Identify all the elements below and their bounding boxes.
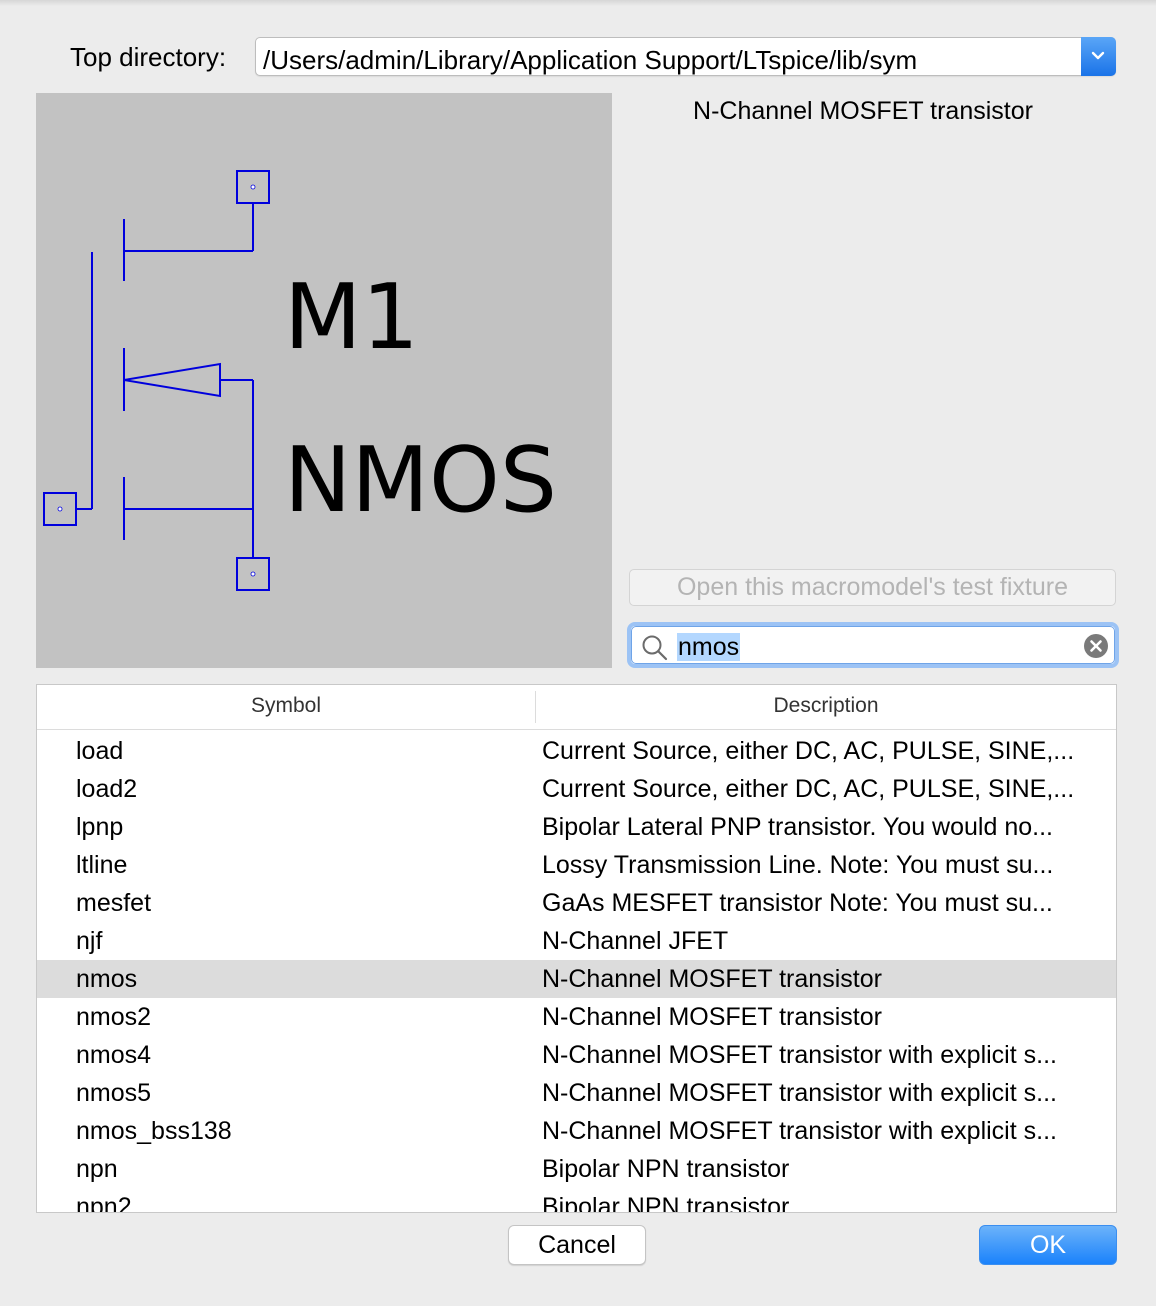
symbol-cell: njf <box>76 927 103 955</box>
column-header-description[interactable]: Description <box>536 694 1116 718</box>
table-row[interactable]: njf N-Channel JFET <box>37 922 1116 960</box>
search-field[interactable]: nmos <box>627 622 1119 668</box>
search-icon <box>642 635 668 661</box>
symbol-cell: mesfet <box>76 889 152 917</box>
symbol-table[interactable]: Symbol Description load Current Source, … <box>36 684 1117 1213</box>
symbol-preview: M1 NMOS <box>36 93 612 668</box>
symbol-cell: nmos2 <box>76 1003 152 1031</box>
symbol-cell: npn2 <box>76 1193 132 1213</box>
table-row[interactable]: nmos5 N-Channel MOSFET transistor with e… <box>37 1074 1116 1112</box>
description-cell: N-Channel JFET <box>542 927 729 955</box>
selected-symbol-description: N-Channel MOSFET transistor <box>693 97 1033 125</box>
table-row[interactable]: load2 Current Source, either DC, AC, PUL… <box>37 770 1116 808</box>
table-row[interactable]: npn Bipolar NPN transistor <box>37 1150 1116 1188</box>
instance-name-label: M1 <box>284 265 419 370</box>
table-header: Symbol Description <box>37 685 1116 730</box>
description-cell: N-Channel MOSFET transistor <box>542 965 882 993</box>
description-cell: N-Channel MOSFET transistor with explici… <box>542 1117 1057 1145</box>
top-directory-label: Top directory: <box>70 42 227 72</box>
cancel-button[interactable]: Cancel <box>508 1225 646 1265</box>
table-row[interactable]: nmos_bss138 N-Channel MOSFET transistor … <box>37 1112 1116 1150</box>
table-row[interactable]: nmos4 N-Channel MOSFET transistor with e… <box>37 1036 1116 1074</box>
description-cell: Bipolar Lateral PNP transistor. You woul… <box>542 813 1053 841</box>
table-row[interactable]: mesfet GaAs MESFET transistor Note: You … <box>37 884 1116 922</box>
clear-search-icon[interactable] <box>1083 633 1109 659</box>
symbol-cell: nmos_bss138 <box>76 1117 232 1145</box>
description-cell: N-Channel MOSFET transistor with explici… <box>542 1041 1057 1069</box>
description-cell: N-Channel MOSFET transistor with explici… <box>542 1079 1057 1107</box>
description-cell: N-Channel MOSFET transistor <box>542 1003 882 1031</box>
search-input[interactable]: nmos <box>677 633 741 661</box>
table-row[interactable]: npn2 Bipolar NPN transistor <box>37 1188 1116 1213</box>
symbol-cell: lpnp <box>76 813 124 841</box>
nmos-symbol-drawing: M1 NMOS <box>43 170 557 591</box>
ok-button[interactable]: OK <box>979 1225 1117 1265</box>
description-cell: Bipolar NPN transistor <box>542 1193 790 1213</box>
symbol-cell: ltline <box>76 851 128 879</box>
symbol-cell: nmos <box>76 965 138 993</box>
chevron-down-icon <box>1091 51 1105 60</box>
top-directory-select[interactable]: /Users/admin/Library/Application Support… <box>255 37 1116 76</box>
symbol-cell: nmos4 <box>76 1041 152 1069</box>
top-directory-value: /Users/admin/Library/Application Support… <box>263 45 918 75</box>
table-row[interactable]: load Current Source, either DC, AC, PULS… <box>37 732 1116 770</box>
description-cell: GaAs MESFET transistor Note: You must su… <box>542 889 1053 917</box>
table-row[interactable]: lpnp Bipolar Lateral PNP transistor. You… <box>37 808 1116 846</box>
column-header-symbol[interactable]: Symbol <box>37 694 535 718</box>
table-row[interactable]: nmos2 N-Channel MOSFET transistor <box>37 998 1116 1036</box>
window-top-edge <box>0 0 1156 6</box>
model-name-label: NMOS <box>284 428 557 533</box>
description-cell: Lossy Transmission Line. Note: You must … <box>542 851 1054 879</box>
table-row-selected[interactable]: nmos N-Channel MOSFET transistor <box>37 960 1116 998</box>
symbol-cell: nmos5 <box>76 1079 152 1107</box>
description-cell: Current Source, either DC, AC, PULSE, SI… <box>542 775 1075 803</box>
dropdown-arrow-button[interactable] <box>1081 37 1116 76</box>
symbol-cell: load2 <box>76 775 138 803</box>
symbol-cell: load <box>76 737 124 765</box>
table-row[interactable]: ltline Lossy Transmission Line. Note: Yo… <box>37 846 1116 884</box>
table-rows: load Current Source, either DC, AC, PULS… <box>37 732 1116 1213</box>
open-test-fixture-button[interactable]: Open this macromodel's test fixture <box>629 569 1116 606</box>
symbol-cell: npn <box>76 1155 118 1183</box>
description-cell: Bipolar NPN transistor <box>542 1155 790 1183</box>
description-cell: Current Source, either DC, AC, PULSE, SI… <box>542 737 1075 765</box>
